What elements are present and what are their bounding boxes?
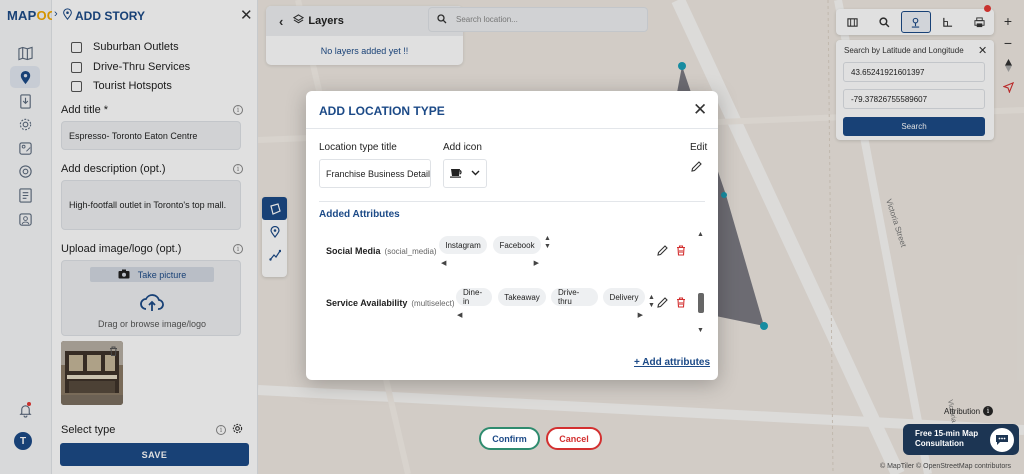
attribute-chip: Dine-in [456,288,492,306]
attribute-chip: Instagram [439,236,487,254]
scroll-up-arrow[interactable]: ▲ [697,231,704,239]
chip-hscroll[interactable]: ◀ ▶ [457,311,643,319]
scroll-down-arrow[interactable]: ▼ [697,327,704,335]
modal-title: ADD LOCATION TYPE [319,104,445,118]
attribute-chip: Delivery [603,288,645,306]
edit-pencil-icon[interactable] [691,161,702,175]
attribute-chip: Drive-thru [551,288,598,306]
edit-label: Edit [690,142,708,153]
chat-bubble-icon[interactable] [990,428,1014,452]
delete-attribute-icon[interactable] [676,245,686,259]
coffee-cup-icon [450,167,463,181]
attribute-row-name: Service Availability (multiselect) [326,298,455,308]
attribute-row-name: Social Media (social_media) [326,246,437,256]
scrollbar-thumb[interactable] [698,293,704,313]
edit-attribute-icon[interactable] [657,297,668,311]
attribute-chip: Facebook [493,236,541,254]
consultation-button[interactable]: Free 15-min Map Consultation [903,424,1019,455]
confirm-button[interactable]: Confirm [479,427,540,450]
close-icon[interactable]: ✕ [693,100,707,120]
map-copyright: © MapTiler © OpenStreetMap contributors [880,463,1012,470]
add-location-type-modal: ADD LOCATION TYPE ✕ Location type title … [306,91,718,380]
attributes-scrollbar[interactable]: ▲ ▼ [697,231,704,341]
add-icon-label: Add icon [443,142,482,153]
chip-hscroll[interactable]: ◀ ▶ [441,259,539,267]
icon-select[interactable] [443,159,487,188]
divider [319,201,705,202]
info-icon: i [983,406,994,416]
attribute-chip: Takeaway [498,288,546,306]
attribution-toggle[interactable]: Attribution i [944,406,994,416]
chip-scroll-arrows[interactable]: ▲ ▼ [544,235,551,251]
chevron-down-icon [471,168,480,179]
type-title-label: Location type title [319,142,397,153]
edit-attribute-icon[interactable] [657,245,668,259]
cancel-button[interactable]: Cancel [546,427,602,450]
add-attributes-link[interactable]: + Add attributes [634,357,710,368]
added-attributes-label: Added Attributes [319,209,400,220]
delete-attribute-icon[interactable] [676,297,686,311]
chip-scroll-arrows[interactable]: ▲ ▼ [648,294,655,310]
type-title-field[interactable]: Franchise Business Details [319,159,431,188]
